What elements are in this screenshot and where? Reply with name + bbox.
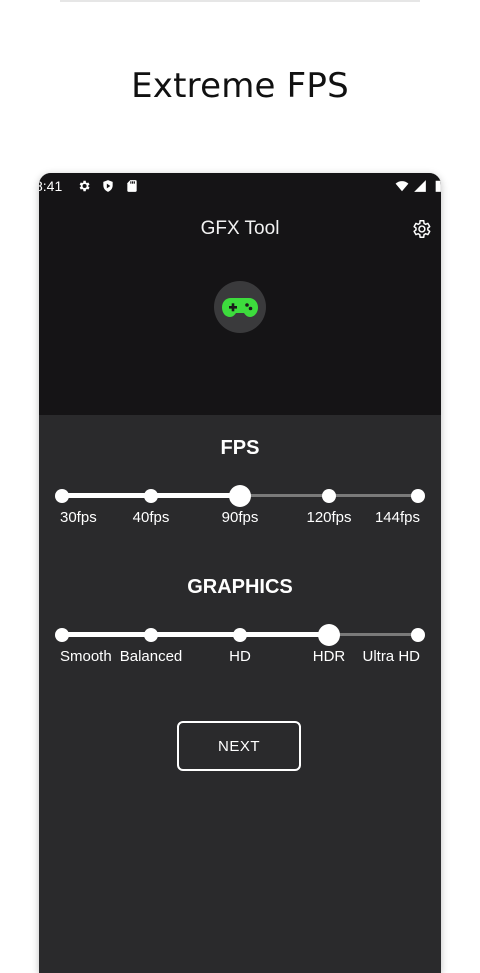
fps-label-4: 144fps bbox=[374, 509, 420, 526]
battery-icon bbox=[435, 180, 441, 192]
phone-screen: 8:41 bbox=[39, 173, 441, 973]
fps-stop-0[interactable] bbox=[55, 489, 69, 503]
gamepad-icon bbox=[222, 298, 258, 317]
fps-stop-2[interactable] bbox=[229, 485, 251, 507]
fps-label-2: 90fps bbox=[221, 509, 259, 526]
graphics-section-title: GRAPHICS bbox=[187, 576, 293, 598]
graphics-label-2: HD bbox=[229, 648, 251, 665]
settings-gear-icon[interactable] bbox=[410, 218, 432, 240]
graphics-stop-1[interactable] bbox=[144, 628, 158, 642]
fps-slider[interactable] bbox=[55, 481, 425, 511]
fps-label-1: 40fps bbox=[132, 509, 170, 526]
graphics-stop-3[interactable] bbox=[318, 624, 340, 646]
app-title: GFX Tool bbox=[200, 218, 280, 239]
fps-section-title: FPS bbox=[220, 437, 260, 459]
graphics-stop-4[interactable] bbox=[411, 628, 425, 642]
graphics-label-4: Ultra HD bbox=[362, 648, 420, 665]
graphics-stop-2[interactable] bbox=[233, 628, 247, 642]
app-logo bbox=[214, 281, 266, 333]
promo-title: Extreme FPS bbox=[131, 66, 349, 106]
fps-stop-3[interactable] bbox=[322, 489, 336, 503]
graphics-label-3: HDR bbox=[312, 648, 346, 665]
fps-label-0: 30fps bbox=[60, 509, 97, 526]
wifi-icon bbox=[395, 181, 409, 192]
graphics-label-0: Smooth bbox=[60, 648, 112, 665]
status-shield-icon bbox=[103, 180, 113, 192]
status-settings-icon bbox=[79, 180, 90, 192]
app-header: 8:41 bbox=[39, 173, 441, 415]
signal-icon bbox=[414, 180, 426, 192]
graphics-label-1: Balanced bbox=[119, 648, 183, 665]
graphics-track-fill bbox=[62, 632, 329, 637]
graphics-stop-0[interactable] bbox=[55, 628, 69, 642]
status-time: 8:41 bbox=[39, 178, 63, 194]
status-sdcard-icon bbox=[127, 180, 137, 192]
graphics-slider[interactable] bbox=[55, 620, 425, 650]
fps-stop-1[interactable] bbox=[144, 489, 158, 503]
status-bar: 8:41 bbox=[39, 173, 441, 199]
fps-stop-4[interactable] bbox=[411, 489, 425, 503]
fps-label-3: 120fps bbox=[306, 509, 352, 526]
top-divider bbox=[60, 0, 420, 2]
next-button[interactable]: NEXT bbox=[177, 721, 301, 771]
